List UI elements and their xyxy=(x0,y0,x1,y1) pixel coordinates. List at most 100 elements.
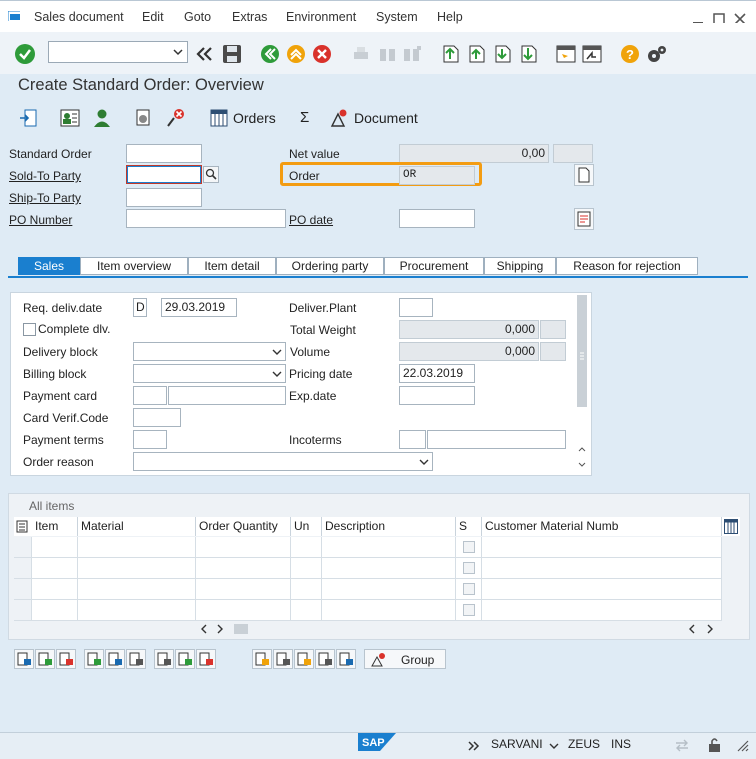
sales-panel-scrollbar[interactable] xyxy=(577,295,587,473)
item-partner-icon[interactable] xyxy=(294,649,314,669)
sold-to-party-field[interactable] xyxy=(126,165,202,184)
item-stats-icon[interactable] xyxy=(196,649,216,669)
table-cell[interactable] xyxy=(196,558,291,578)
po-date-label[interactable]: PO date xyxy=(289,213,333,227)
tab-sales[interactable]: Sales xyxy=(18,257,80,275)
po-number-field[interactable] xyxy=(126,209,286,228)
ship-to-party-label[interactable]: Ship-To Party xyxy=(9,191,81,205)
table-cell[interactable] xyxy=(291,579,322,599)
table-cell[interactable] xyxy=(32,537,78,557)
table-cell[interactable] xyxy=(456,600,482,620)
item-detail-icon[interactable] xyxy=(14,649,34,669)
header-business-data-icon[interactable] xyxy=(60,108,80,128)
col-s[interactable]: S xyxy=(456,517,482,536)
back-icon[interactable] xyxy=(260,44,280,64)
group-button[interactable]: Group xyxy=(364,649,446,669)
po-date-field[interactable] xyxy=(399,209,475,228)
orders-button-label[interactable]: Orders xyxy=(233,110,276,126)
menu-help[interactable]: Help xyxy=(437,10,463,24)
payment-terms-field[interactable] xyxy=(133,430,167,449)
command-field[interactable] xyxy=(48,41,188,63)
ship-to-party-field[interactable] xyxy=(126,188,202,207)
sold-to-party-label[interactable]: Sold-To Party xyxy=(9,169,81,183)
status-menu-icon[interactable] xyxy=(736,737,750,753)
table-cell[interactable] xyxy=(78,558,196,578)
table-cell[interactable] xyxy=(196,579,291,599)
close-window-icon[interactable] xyxy=(734,13,746,23)
table-cell[interactable] xyxy=(196,537,291,557)
sold-to-party-icon[interactable] xyxy=(92,108,112,128)
help-icon[interactable]: ? xyxy=(620,44,640,64)
incoterms-location-field[interactable] xyxy=(427,430,566,449)
select-all-items-icon[interactable] xyxy=(154,649,174,669)
table-row[interactable] xyxy=(14,600,722,621)
enter-icon[interactable] xyxy=(14,43,36,65)
table-cell[interactable] xyxy=(482,537,722,557)
menu-sales-document[interactable]: Sales document xyxy=(34,10,124,24)
table-settings-icon[interactable] xyxy=(724,519,738,534)
new-session-icon[interactable] xyxy=(556,44,576,64)
complete-dlv-checkbox[interactable] xyxy=(23,323,36,336)
chevron-down-icon[interactable] xyxy=(173,48,183,56)
menu-environment[interactable]: Environment xyxy=(286,10,356,24)
last-page-icon[interactable] xyxy=(518,44,538,64)
order-reason-select[interactable] xyxy=(133,452,433,471)
menu-system[interactable]: System xyxy=(376,10,418,24)
item-availability-icon[interactable] xyxy=(315,649,335,669)
display-doc-flow-icon[interactable] xyxy=(18,108,38,128)
select-all-icon[interactable] xyxy=(16,520,30,533)
chevron-down-icon[interactable] xyxy=(272,370,282,378)
row-selector[interactable] xyxy=(14,558,32,578)
header-text-icon[interactable] xyxy=(574,164,594,186)
table-cell[interactable] xyxy=(196,600,291,620)
tab-item-overview[interactable]: Item overview xyxy=(80,257,188,275)
item-config-icon[interactable] xyxy=(105,649,125,669)
sum-button[interactable]: Σ xyxy=(300,109,309,126)
col-material[interactable]: Material xyxy=(78,517,196,536)
col-customer-material[interactable]: Customer Material Numb xyxy=(482,517,722,536)
tab-reason-for-rejection[interactable]: Reason for rejection xyxy=(556,257,698,275)
table-cell[interactable] xyxy=(482,600,722,620)
hscroll-left-controls[interactable] xyxy=(200,624,250,634)
tab-ordering-party[interactable]: Ordering party xyxy=(276,257,384,275)
status-checkbox[interactable] xyxy=(463,541,475,553)
delivery-block-select[interactable] xyxy=(133,342,286,361)
insert-row-icon[interactable] xyxy=(35,649,55,669)
table-cell[interactable] xyxy=(456,537,482,557)
table-cell[interactable] xyxy=(322,579,456,599)
next-page-icon[interactable] xyxy=(492,44,512,64)
item-text-icon[interactable] xyxy=(126,649,146,669)
table-cell[interactable] xyxy=(78,579,196,599)
previous-page-icon[interactable] xyxy=(466,44,486,64)
table-cell[interactable] xyxy=(291,537,322,557)
table-cell[interactable] xyxy=(482,558,722,578)
incoterms-field[interactable] xyxy=(399,430,426,449)
table-cell[interactable] xyxy=(32,558,78,578)
table-cell[interactable] xyxy=(456,579,482,599)
minimize-icon[interactable] xyxy=(692,13,704,23)
col-item[interactable]: Item xyxy=(32,517,78,536)
standard-order-field[interactable] xyxy=(126,144,202,163)
delete-row-icon[interactable] xyxy=(56,649,76,669)
item-schedule-icon[interactable] xyxy=(273,649,293,669)
search-help-icon[interactable] xyxy=(203,166,219,183)
maximize-icon[interactable] xyxy=(713,13,725,23)
po-document-icon[interactable] xyxy=(574,208,594,230)
save-icon[interactable] xyxy=(222,44,242,64)
menu-edit[interactable]: Edit xyxy=(142,10,164,24)
menu-extras[interactable]: Extras xyxy=(232,10,267,24)
settings-icon[interactable] xyxy=(646,44,668,64)
chevron-down-icon[interactable] xyxy=(272,348,282,356)
col-description[interactable]: Description xyxy=(322,517,456,536)
table-cell[interactable] xyxy=(291,600,322,620)
col-order-quantity[interactable]: Order Quantity xyxy=(196,517,291,536)
tab-procurement[interactable]: Procurement xyxy=(384,257,484,275)
back-double-icon[interactable] xyxy=(195,45,213,63)
tab-shipping[interactable]: Shipping xyxy=(484,257,556,275)
item-sort-icon[interactable] xyxy=(336,649,356,669)
copy-item-icon[interactable] xyxy=(84,649,104,669)
status-expand-icon[interactable] xyxy=(468,741,480,751)
po-number-label[interactable]: PO Number xyxy=(9,213,72,227)
pricing-date-field[interactable]: 22.03.2019 xyxy=(399,364,475,383)
billing-block-select[interactable] xyxy=(133,364,286,383)
